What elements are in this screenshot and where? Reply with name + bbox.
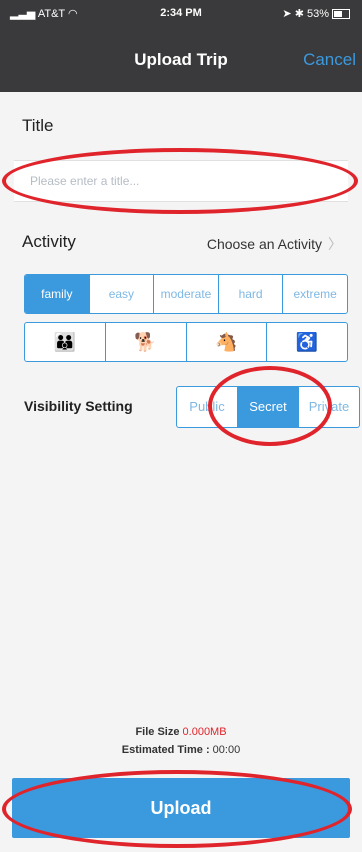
difficulty-hard[interactable]: hard bbox=[219, 275, 284, 313]
battery-icon bbox=[332, 9, 350, 20]
bluetooth-icon: ✱ bbox=[294, 8, 304, 20]
cancel-button[interactable]: Cancel bbox=[303, 50, 356, 70]
title-label: Title bbox=[22, 116, 54, 135]
activity-row[interactable]: Activity Choose an Activity 〉 bbox=[14, 220, 348, 264]
accessibility-selector: 👪 🐕 🐴 ♿ bbox=[24, 322, 348, 362]
dog-icon[interactable]: 🐕 bbox=[106, 323, 187, 361]
status-bar: ▂▃▅ AT&T ◠ 2:34 PM ➤ ✱ 53% bbox=[0, 0, 362, 28]
difficulty-moderate[interactable]: moderate bbox=[154, 275, 219, 313]
difficulty-selector: family easy moderate hard extreme bbox=[24, 274, 348, 314]
visibility-secret[interactable]: Secret bbox=[238, 387, 299, 427]
chevron-right-icon: 〉 bbox=[328, 236, 342, 252]
family-icon[interactable]: 👪 bbox=[25, 323, 106, 361]
visibility-private[interactable]: Private bbox=[299, 387, 359, 427]
estimated-time-text: Estimated Time : 00:00 bbox=[121, 744, 241, 756]
choose-activity-link[interactable]: Choose an Activity 〉 bbox=[207, 234, 342, 254]
title-input[interactable] bbox=[28, 173, 342, 189]
difficulty-family[interactable]: family bbox=[25, 275, 90, 313]
battery-indicator: ➤ ✱ 53% bbox=[282, 7, 350, 20]
estimated-time-value: 00:00 bbox=[212, 744, 241, 756]
file-size-value: 0.000MB bbox=[182, 726, 227, 738]
visibility-label: Visibility Setting bbox=[24, 398, 133, 414]
difficulty-extreme[interactable]: extreme bbox=[283, 275, 347, 313]
wheelchair-icon[interactable]: ♿ bbox=[267, 323, 347, 361]
pony-icon[interactable]: 🐴 bbox=[187, 323, 268, 361]
title-field-container bbox=[14, 160, 348, 202]
file-size-text: File Size 0.000MB bbox=[135, 726, 227, 738]
location-icon: ➤ bbox=[282, 8, 292, 20]
visibility-selector: Public Secret Private bbox=[176, 386, 360, 428]
activity-label: Activity bbox=[22, 232, 76, 251]
difficulty-easy[interactable]: easy bbox=[90, 275, 155, 313]
visibility-public[interactable]: Public bbox=[177, 387, 238, 427]
upload-button[interactable]: Upload bbox=[12, 778, 350, 838]
nav-bar: Upload Trip Cancel bbox=[0, 28, 362, 92]
